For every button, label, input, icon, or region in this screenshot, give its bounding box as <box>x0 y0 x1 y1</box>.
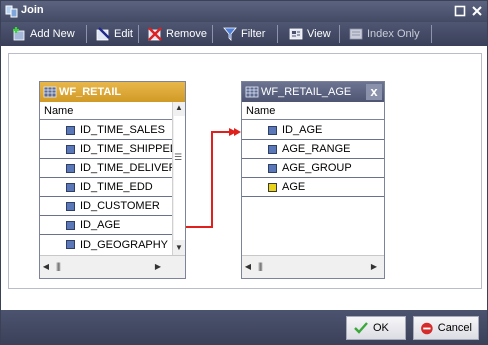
grip-icon: ||| <box>258 261 263 271</box>
filter-label: Filter <box>241 28 266 40</box>
table-title: WF_RETAIL_AGE <box>261 86 352 98</box>
field-row[interactable]: ID_AGE <box>40 216 172 235</box>
maximize-icon[interactable] <box>453 4 467 18</box>
table-icon <box>43 86 57 98</box>
toolbar-divider <box>277 25 278 43</box>
horizontal-scrollbar[interactable]: ◀ ||| ▶ <box>242 255 384 278</box>
field-label: AGE_GROUP <box>282 162 352 174</box>
grip-icon: ☰ <box>174 152 182 162</box>
dialog-footer: OK Cancel <box>1 310 487 344</box>
field-icon <box>66 220 75 230</box>
add-new-icon <box>13 27 25 41</box>
field-label: ID_AGE <box>80 219 121 231</box>
field-icon <box>66 125 75 135</box>
horizontal-scrollbar[interactable]: ◀ ||| ▶ <box>40 255 185 278</box>
index-only-button[interactable]: Index Only <box>348 24 420 44</box>
join-dialog: Join Add New Edit Remove Filter View Ind… <box>0 0 488 345</box>
join-canvas: WF_RETAIL Name ID_TIME_SALES ID_TIME_SHI… <box>8 53 482 289</box>
field-icon <box>268 125 277 135</box>
ok-label: OK <box>373 322 389 334</box>
remove-icon <box>148 27 162 41</box>
field-label: AGE <box>282 181 306 193</box>
field-row[interactable]: ID_AGE <box>242 121 384 140</box>
field-row[interactable]: AGE_GROUP <box>242 159 384 178</box>
toolbar-divider <box>86 25 87 43</box>
title-bar: Join <box>1 1 487 22</box>
field-row[interactable]: ID_TIME_SALES <box>40 121 172 140</box>
ok-button[interactable]: OK <box>346 316 406 340</box>
view-label: View <box>307 28 331 40</box>
field-label: ID_AGE <box>282 124 323 136</box>
field-label: ID_TIME_DELIVER <box>80 162 172 174</box>
edit-label: Edit <box>114 28 133 40</box>
grip-icon: ||| <box>56 261 61 271</box>
remove-label: Remove <box>166 28 207 40</box>
add-new-button[interactable]: Add New <box>11 24 75 44</box>
add-new-label: Add New <box>30 28 75 40</box>
field-row[interactable]: ID_CUSTOMER <box>40 197 172 216</box>
table-icon <box>245 86 259 98</box>
field-row[interactable]: ID_GEOGRAPHY <box>40 235 172 254</box>
field-icon <box>66 201 75 211</box>
field-label: ID_CUSTOMER <box>80 200 160 212</box>
toolbar-divider <box>212 25 213 43</box>
close-table-icon[interactable]: x <box>366 84 382 100</box>
toolbar-divider <box>339 25 340 43</box>
index-only-icon <box>349 28 363 40</box>
field-icon <box>268 144 277 154</box>
table-header-wf-retail-age[interactable]: WF_RETAIL_AGE x <box>242 82 384 102</box>
table-title: WF_RETAIL <box>59 86 122 98</box>
toolbar: Add New Edit Remove Filter View Index On… <box>1 22 487 46</box>
field-row[interactable]: ID_TIME_DELIVER <box>40 159 172 178</box>
scroll-left-icon[interactable]: ◀ <box>242 261 254 273</box>
scroll-down-icon[interactable]: ▼ <box>173 242 185 254</box>
vertical-scrollbar[interactable]: ▲ ☰ ▼ <box>172 102 185 255</box>
filter-button[interactable]: Filter <box>222 24 265 44</box>
dialog-title: Join <box>21 4 44 16</box>
field-row[interactable]: AGE_RANGE <box>242 140 384 159</box>
join-connector[interactable] <box>185 124 241 234</box>
field-icon <box>66 163 75 173</box>
scroll-left-icon[interactable]: ◀ <box>40 261 52 273</box>
remove-button[interactable]: Remove <box>147 24 207 44</box>
field-label: AGE_RANGE <box>282 143 351 155</box>
field-label: ID_TIME_SHIPPED <box>80 143 172 155</box>
cancel-button[interactable]: Cancel <box>413 316 479 340</box>
index-only-label: Index Only <box>367 28 420 40</box>
field-row[interactable]: ID_TIME_EDD <box>40 178 172 197</box>
join-icon <box>5 5 18 18</box>
field-row[interactable]: ID_TIME_SHIPPED <box>40 140 172 159</box>
view-button[interactable]: View <box>288 24 331 44</box>
edit-icon <box>96 27 110 41</box>
scroll-right-icon[interactable]: ▶ <box>152 261 164 273</box>
checkmark-icon <box>354 322 368 334</box>
table-header-wf-retail[interactable]: WF_RETAIL <box>40 82 185 102</box>
cancel-label: Cancel <box>437 322 472 334</box>
field-row[interactable]: AGE <box>242 178 384 197</box>
column-header-name: Name <box>242 102 384 120</box>
field-label: ID_TIME_SALES <box>80 124 165 136</box>
table-panel-wf-retail-age[interactable]: WF_RETAIL_AGE x Name ID_AGE AGE_RANGE AG… <box>241 81 385 279</box>
cancel-icon <box>421 322 433 334</box>
field-icon <box>66 144 75 154</box>
field-label: ID_GEOGRAPHY <box>80 238 169 251</box>
scroll-right-icon[interactable]: ▶ <box>368 261 380 273</box>
column-header-name: Name <box>40 102 172 120</box>
close-icon[interactable] <box>470 4 484 18</box>
measure-field-icon <box>268 182 277 192</box>
view-icon <box>289 28 303 40</box>
table-panel-wf-retail[interactable]: WF_RETAIL Name ID_TIME_SALES ID_TIME_SHI… <box>39 81 186 279</box>
filter-icon <box>223 27 237 41</box>
scroll-up-icon[interactable]: ▲ <box>173 102 185 114</box>
field-icon <box>268 163 277 173</box>
scrollbar-thumb[interactable] <box>174 116 185 240</box>
edit-button[interactable]: Edit <box>95 24 133 44</box>
field-label: ID_TIME_EDD <box>80 181 153 193</box>
toolbar-divider <box>431 25 432 43</box>
toolbar-divider <box>138 25 139 43</box>
field-icon <box>66 240 75 249</box>
field-icon <box>66 182 75 192</box>
